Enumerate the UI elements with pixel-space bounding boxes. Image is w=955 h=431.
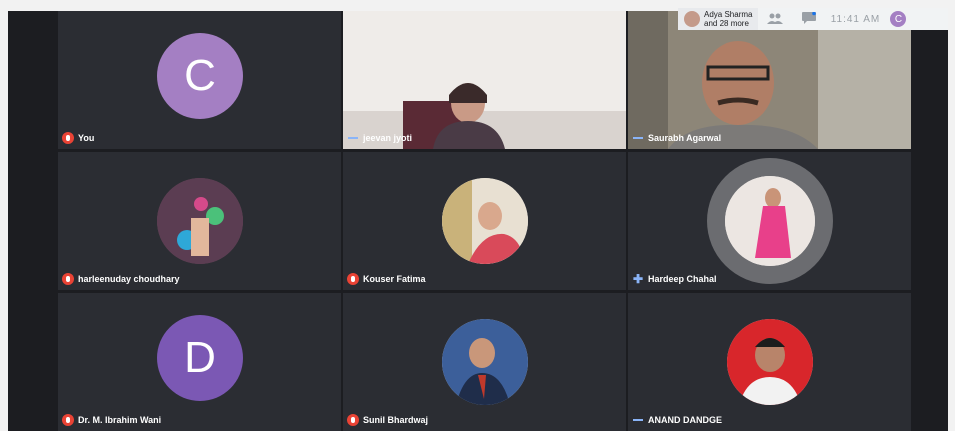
participants-chip[interactable]: Adya Sharma and 28 more <box>678 8 759 30</box>
participant-tile-harleenuday-choudhary[interactable]: harleenuday choudhary <box>58 152 341 290</box>
meeting-clock: 11:41 AM <box>830 13 881 25</box>
profile-photo-icon <box>727 319 813 405</box>
participants-chip-label: Adya Sharma and 28 more <box>704 10 753 28</box>
participant-name: Kouser Fatima <box>363 274 426 284</box>
avatar-photo <box>727 319 813 405</box>
participant-nameplate: ✚ Hardeep Chahal <box>632 272 717 286</box>
participant-nameplate: Kouser Fatima <box>347 272 426 286</box>
participant-name: Dr. M. Ibrahim Wani <box>78 415 162 425</box>
participant-name: You <box>78 133 95 143</box>
participant-grid: C You jeevan jyoti Saurabh Agarwal harle… <box>58 11 918 431</box>
meeting-top-bar: Adya Sharma and 28 more 11:41 AM C <box>678 8 948 30</box>
participant-name: harleenuday choudhary <box>78 274 180 284</box>
mic-off-icon <box>62 414 74 426</box>
speaking-indicator-icon <box>347 132 359 144</box>
people-icon[interactable] <box>758 12 792 27</box>
participant-nameplate: Saurabh Agarwal <box>632 131 721 145</box>
avatar-photo <box>442 178 528 264</box>
participant-nameplate: jeevan jyoti <box>347 131 412 145</box>
people-glyph <box>767 13 784 24</box>
participant-name: ANAND DANDGE <box>648 415 722 425</box>
profile-photo-icon <box>442 178 528 264</box>
profile-photo-icon <box>442 319 528 405</box>
participant-tile-saurabh-agarwal[interactable]: Saurabh Agarwal <box>628 11 911 149</box>
participant-nameplate: Sunil Bhardwaj <box>347 413 428 427</box>
participant-grid-area: C You jeevan jyoti Saurabh Agarwal harle… <box>8 11 948 431</box>
video-feed <box>343 11 626 149</box>
participant-tile-anand-dandge[interactable]: ANAND DANDGE <box>628 293 911 431</box>
pin-plus-icon: ✚ <box>632 272 644 286</box>
mic-off-icon <box>62 132 74 144</box>
participant-nameplate: You <box>62 131 94 145</box>
participant-tile-sunil-bhardwaj[interactable]: Sunil Bhardwaj <box>343 293 626 431</box>
participant-avatar-icon <box>684 11 700 27</box>
video-person-icon <box>628 11 911 149</box>
avatar-photo <box>442 319 528 405</box>
avatar: D <box>157 315 243 401</box>
participant-tile-hardeep-chahal[interactable]: ✚ Hardeep Chahal <box>628 152 911 290</box>
profile-photo-icon <box>725 176 815 266</box>
profile-photo-icon <box>157 178 243 264</box>
participant-tile-you[interactable]: C You <box>58 11 341 149</box>
speaking-indicator-icon <box>632 132 644 144</box>
participant-name: Sunil Bhardwaj <box>363 415 429 425</box>
mic-off-icon <box>62 273 74 285</box>
account-avatar[interactable]: C <box>890 11 907 27</box>
participant-nameplate: Dr. M. Ibrahim Wani <box>62 413 161 427</box>
video-feed <box>628 11 911 149</box>
participant-tile-kouser-fatima[interactable]: Kouser Fatima <box>343 152 626 290</box>
chat-icon[interactable] <box>792 11 826 27</box>
account-initial: C <box>894 13 903 25</box>
video-person-icon <box>343 83 626 149</box>
participant-name: Saurabh Agarwal <box>648 133 722 143</box>
mic-off-icon <box>347 273 359 285</box>
participant-tile-jeevan-jyoti[interactable]: jeevan jyoti <box>343 11 626 149</box>
avatar-initial: C <box>184 51 216 100</box>
meeting-window: C You jeevan jyoti Saurabh Agarwal harle… <box>0 0 955 431</box>
avatar: C <box>157 33 243 119</box>
chat-glyph <box>802 11 817 24</box>
participant-name: jeevan jyoti <box>363 133 413 143</box>
participant-nameplate: harleenuday choudhary <box>62 272 180 286</box>
speaking-indicator-icon <box>632 414 644 426</box>
avatar-photo <box>725 176 815 266</box>
avatar-photo <box>157 178 243 264</box>
mic-off-icon <box>347 414 359 426</box>
avatar-initial: D <box>184 333 216 382</box>
participant-nameplate: ANAND DANDGE <box>632 413 722 427</box>
participant-name: Hardeep Chahal <box>648 274 717 284</box>
participant-tile-dr-m-ibrahim-wani[interactable]: D Dr. M. Ibrahim Wani <box>58 293 341 431</box>
